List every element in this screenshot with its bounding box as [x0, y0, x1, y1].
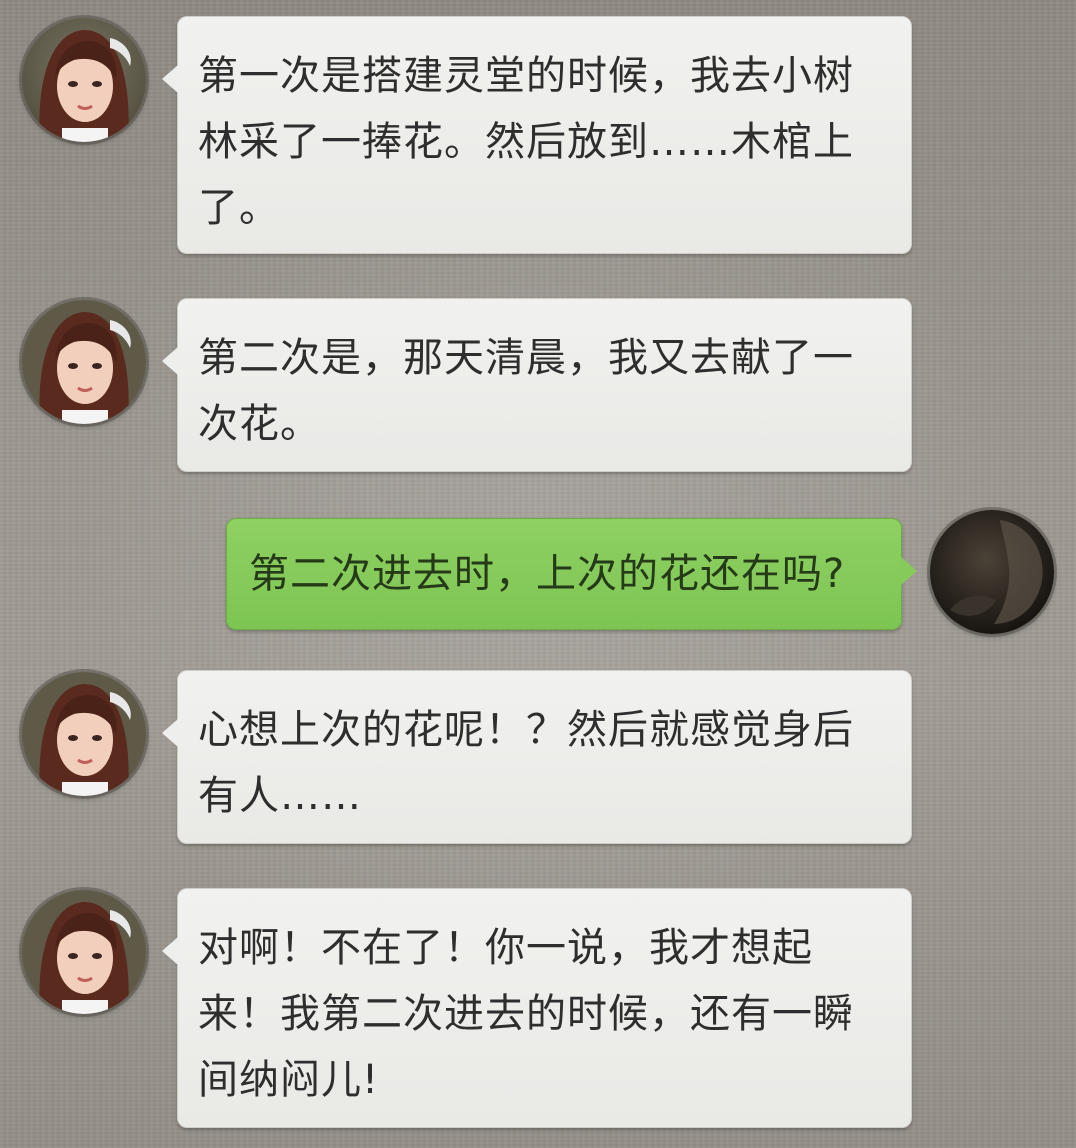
message-text: 第二次进去时，上次的花还在吗?	[249, 551, 846, 597]
message-bubble[interactable]: 心想上次的花呢！？然后就感觉身后有人……	[162, 670, 912, 844]
chat-message-incoming: 第二次是，那天清晨，我又去献了一次花。	[0, 290, 1076, 480]
chat-message-outgoing: 第二次进去时，上次的花还在吗?	[0, 508, 1076, 638]
girl-avatar-icon[interactable]	[22, 18, 146, 142]
chat-message-incoming: 心想上次的花呢！？然后就感觉身后有人……	[0, 662, 1076, 852]
chat-window: 第一次是搭建灵堂的时候，我去小树林采了一捧花。然后放到……木棺上了。 第二次是，…	[0, 0, 1076, 1148]
girl-avatar-icon[interactable]	[22, 672, 146, 796]
girl-avatar-icon[interactable]	[22, 300, 146, 424]
message-bubble[interactable]: 对啊！不在了！你一说，我才想起来！我第二次进去的时候，还有一瞬间纳闷儿!	[162, 888, 912, 1128]
message-text: 心想上次的花呢！？然后就感觉身后有人……	[198, 707, 854, 819]
chat-message-incoming: 对啊！不在了！你一说，我才想起来！我第二次进去的时候，还有一瞬间纳闷儿!	[0, 880, 1076, 1140]
girl-avatar-icon[interactable]	[22, 890, 146, 1014]
message-bubble[interactable]: 第二次是，那天清晨，我又去献了一次花。	[162, 298, 912, 472]
message-text: 第一次是搭建灵堂的时候，我去小树林采了一捧花。然后放到……木棺上了。	[198, 53, 854, 231]
message-text: 第二次是，那天清晨，我又去献了一次花。	[198, 335, 854, 447]
message-text: 对啊！不在了！你一说，我才想起来！我第二次进去的时候，还有一瞬间纳闷儿!	[198, 925, 854, 1103]
message-bubble[interactable]: 第一次是搭建灵堂的时候，我去小树林采了一捧花。然后放到……木棺上了。	[162, 16, 912, 254]
chat-message-incoming: 第一次是搭建灵堂的时候，我去小树林采了一捧花。然后放到……木棺上了。	[0, 8, 1076, 258]
dark-avatar-icon[interactable]	[930, 510, 1054, 634]
message-bubble[interactable]: 第二次进去时，上次的花还在吗?	[226, 518, 917, 630]
